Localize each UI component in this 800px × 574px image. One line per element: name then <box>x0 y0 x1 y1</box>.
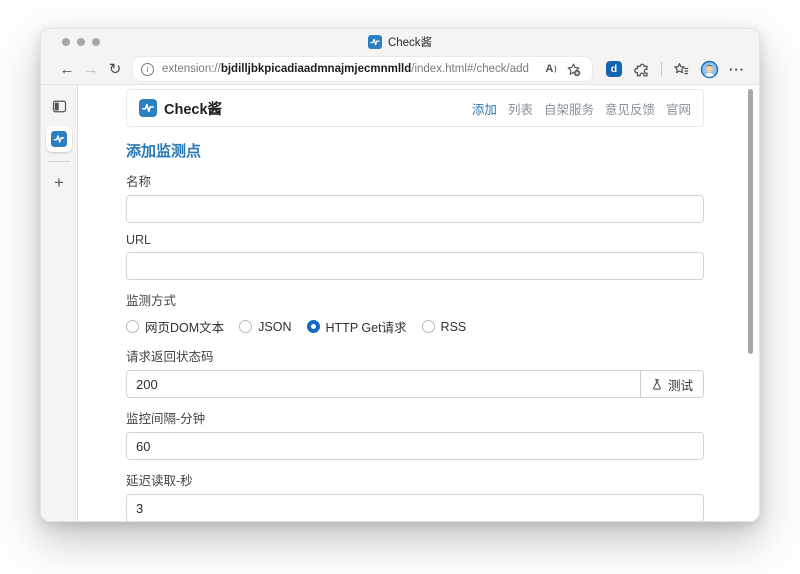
test-button[interactable]: 测试 <box>640 370 704 398</box>
new-tab-button[interactable]: + <box>46 169 72 195</box>
status-code-input[interactable] <box>126 370 640 398</box>
site-info-icon[interactable]: i <box>141 63 154 76</box>
favorites-bar-icon[interactable] <box>669 57 693 81</box>
url-label: URL <box>126 233 704 247</box>
browser-window: Check酱 ← → ↻ i extension://bjdilljbkpica… <box>40 28 760 522</box>
radio-circle <box>422 320 435 333</box>
name-label: 名称 <box>126 171 704 190</box>
window-controls <box>62 38 100 46</box>
field-method: 监测方式 网页DOM文本 JSON <box>126 290 704 336</box>
profile-avatar[interactable] <box>697 57 721 81</box>
app-header: Check酱 添加 列表 自架服务 意见反馈 官网 <box>126 89 704 127</box>
radio-json[interactable]: JSON <box>239 320 291 334</box>
tab-title: Check酱 <box>388 34 432 50</box>
app-title: Check酱 <box>164 98 222 119</box>
extensions-puzzle-icon[interactable] <box>630 57 654 81</box>
add-favorite-icon[interactable] <box>562 59 584 79</box>
radio-circle <box>239 320 252 333</box>
sidebar-tab-checkjiang[interactable] <box>46 126 72 152</box>
titlebar: Check酱 <box>41 29 759 54</box>
flask-icon <box>651 378 663 391</box>
browser-toolbar: ← → ↻ i extension://bjdilljbkpicadiaadmn… <box>41 54 759 85</box>
url-host: bjdilljbkpicadiaadmnajmjecmnmlld <box>221 63 411 75</box>
radio-http-get[interactable]: HTTP Get请求 <box>307 317 407 336</box>
nav-feedback[interactable]: 意见反馈 <box>605 99 655 118</box>
nav-official-site[interactable]: 官网 <box>666 99 691 118</box>
webpage: Check酱 添加 列表 自架服务 意见反馈 官网 添加监测点 名称 <box>78 85 759 522</box>
page-title: 添加监测点 <box>126 140 704 161</box>
zoom-button[interactable] <box>92 38 100 46</box>
method-options: 网页DOM文本 JSON HTTP Get请求 <box>126 317 704 336</box>
radio-dom-text[interactable]: 网页DOM文本 <box>126 317 224 336</box>
nav-list[interactable]: 列表 <box>508 99 533 118</box>
interval-label: 监控间隔-分钟 <box>126 408 704 427</box>
app-brand[interactable]: Check酱 <box>139 98 222 119</box>
screenshot: Check酱 ← → ↻ i extension://bjdilljbkpica… <box>0 0 800 574</box>
method-label: 监测方式 <box>126 290 704 309</box>
sidebar-divider <box>48 161 70 162</box>
interval-input[interactable] <box>126 432 704 460</box>
active-tab[interactable]: Check酱 <box>41 29 759 54</box>
field-name: 名称 <box>126 171 704 223</box>
toolbar-extensions: d ··· <box>602 57 749 81</box>
checkjiang-favicon-icon <box>51 131 67 147</box>
toolbar-divider <box>661 62 662 76</box>
d-extension-icon[interactable]: d <box>602 57 626 81</box>
address-bar[interactable]: i extension://bjdilljbkpicadiaadmnajmjec… <box>133 57 592 81</box>
url-path: /index.html#/check/add <box>411 63 529 75</box>
radio-circle-selected <box>307 320 320 333</box>
radio-rss[interactable]: RSS <box>422 320 467 334</box>
checkjiang-logo-icon <box>139 99 157 117</box>
browser-main: + Check酱 添加 列表 <box>41 85 759 522</box>
field-interval: 监控间隔-分钟 <box>126 408 704 460</box>
app-nav: 添加 列表 自架服务 意见反馈 官网 <box>472 99 691 118</box>
settings-menu-icon[interactable]: ··· <box>725 57 749 81</box>
tab-actions-icon[interactable] <box>46 93 72 119</box>
checkjiang-favicon-icon <box>368 35 382 49</box>
vertical-tabs-sidebar: + <box>41 85 78 522</box>
delay-input[interactable] <box>126 494 704 522</box>
radio-circle <box>126 320 139 333</box>
url-scheme: extension:// <box>162 63 221 75</box>
url-input[interactable] <box>126 252 704 280</box>
nav-self-hosted[interactable]: 自架服务 <box>544 99 594 118</box>
url-text[interactable]: extension://bjdilljbkpicadiaadmnajmjecmn… <box>162 63 540 75</box>
close-button[interactable] <box>62 38 70 46</box>
read-aloud-icon[interactable]: A) <box>540 59 562 79</box>
page-scrollbar[interactable] <box>748 89 753 354</box>
field-status-code: 请求返回状态码 测试 <box>126 346 704 398</box>
delay-label: 延迟读取-秒 <box>126 470 704 489</box>
field-delay: 延迟读取-秒 <box>126 470 704 522</box>
back-button[interactable]: ← <box>55 57 79 81</box>
forward-button[interactable]: → <box>79 57 103 81</box>
minimize-button[interactable] <box>77 38 85 46</box>
name-input[interactable] <box>126 195 704 223</box>
status-code-label: 请求返回状态码 <box>126 346 704 365</box>
field-url: URL <box>126 233 704 280</box>
refresh-button[interactable]: ↻ <box>103 57 127 81</box>
nav-add[interactable]: 添加 <box>472 99 497 118</box>
